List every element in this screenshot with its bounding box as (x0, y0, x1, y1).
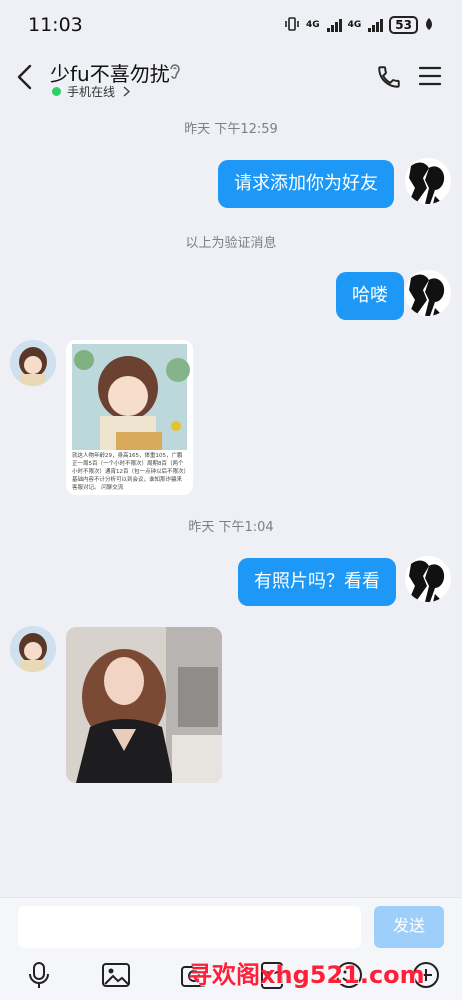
network-type-1: 4G (305, 20, 320, 30)
back-button[interactable] (14, 62, 38, 92)
online-status-label: 手机在线 (67, 85, 116, 99)
system-note: 以上为验证消息 (185, 236, 277, 251)
battery-indicator: 53 (389, 16, 418, 34)
message-input[interactable] (18, 906, 361, 948)
phone-icon (378, 66, 400, 88)
microphone-icon (29, 962, 49, 988)
self-avatar[interactable] (405, 556, 451, 602)
watermark-text: 寻欢阁xhg521.com (188, 961, 425, 989)
contact-avatar[interactable] (10, 340, 56, 386)
image-card-message[interactable]: 就这人物年龄29，身高165，体重105，广鹏正一周5百（一个小时不限次）周期8… (66, 340, 193, 495)
image-caption: 就这人物年龄29，身高165，体重105，广鹏正一周5百（一个小时不限次）周期8… (72, 453, 187, 491)
message-bubble-outgoing[interactable]: 请求添加你为好友 (218, 160, 394, 208)
status-time: 11:03 (28, 14, 83, 36)
timestamp: 昨天 下午12:59 (184, 122, 278, 137)
chat-header: 少fu不喜勿扰 手机在线 (0, 50, 462, 106)
contact-avatar[interactable] (10, 626, 56, 672)
chevron-left-icon (17, 64, 32, 90)
online-status[interactable]: 手机在线 (52, 83, 131, 100)
status-bar: 11:03 4G 4G 53 (0, 0, 462, 50)
image-icon (102, 963, 130, 987)
signal-icon-2 (368, 18, 384, 32)
timestamp: 昨天 下午1:04 (188, 520, 274, 535)
status-icons: 4G 4G 53 (284, 16, 434, 34)
phone-call-button[interactable] (376, 64, 402, 94)
photo-image (66, 627, 222, 783)
send-button[interactable]: 发送 (374, 906, 444, 948)
ear-icon (168, 62, 182, 84)
vibrate-icon (284, 16, 300, 34)
online-dot-icon (52, 87, 61, 96)
photo-message[interactable] (66, 627, 222, 783)
menu-icon (418, 66, 442, 86)
self-avatar[interactable] (405, 270, 451, 316)
photo-button[interactable] (101, 960, 131, 990)
chevron-right-icon (123, 86, 131, 97)
menu-button[interactable] (418, 66, 442, 90)
voice-button[interactable] (24, 960, 54, 990)
leaf-icon (424, 17, 434, 34)
message-bubble-outgoing[interactable]: 有照片吗？看看 (238, 558, 396, 606)
message-bubble-outgoing[interactable]: 哈喽 (336, 272, 404, 320)
self-avatar[interactable] (405, 158, 451, 204)
signal-icon (326, 18, 342, 32)
network-type-2: 4G (347, 20, 362, 30)
